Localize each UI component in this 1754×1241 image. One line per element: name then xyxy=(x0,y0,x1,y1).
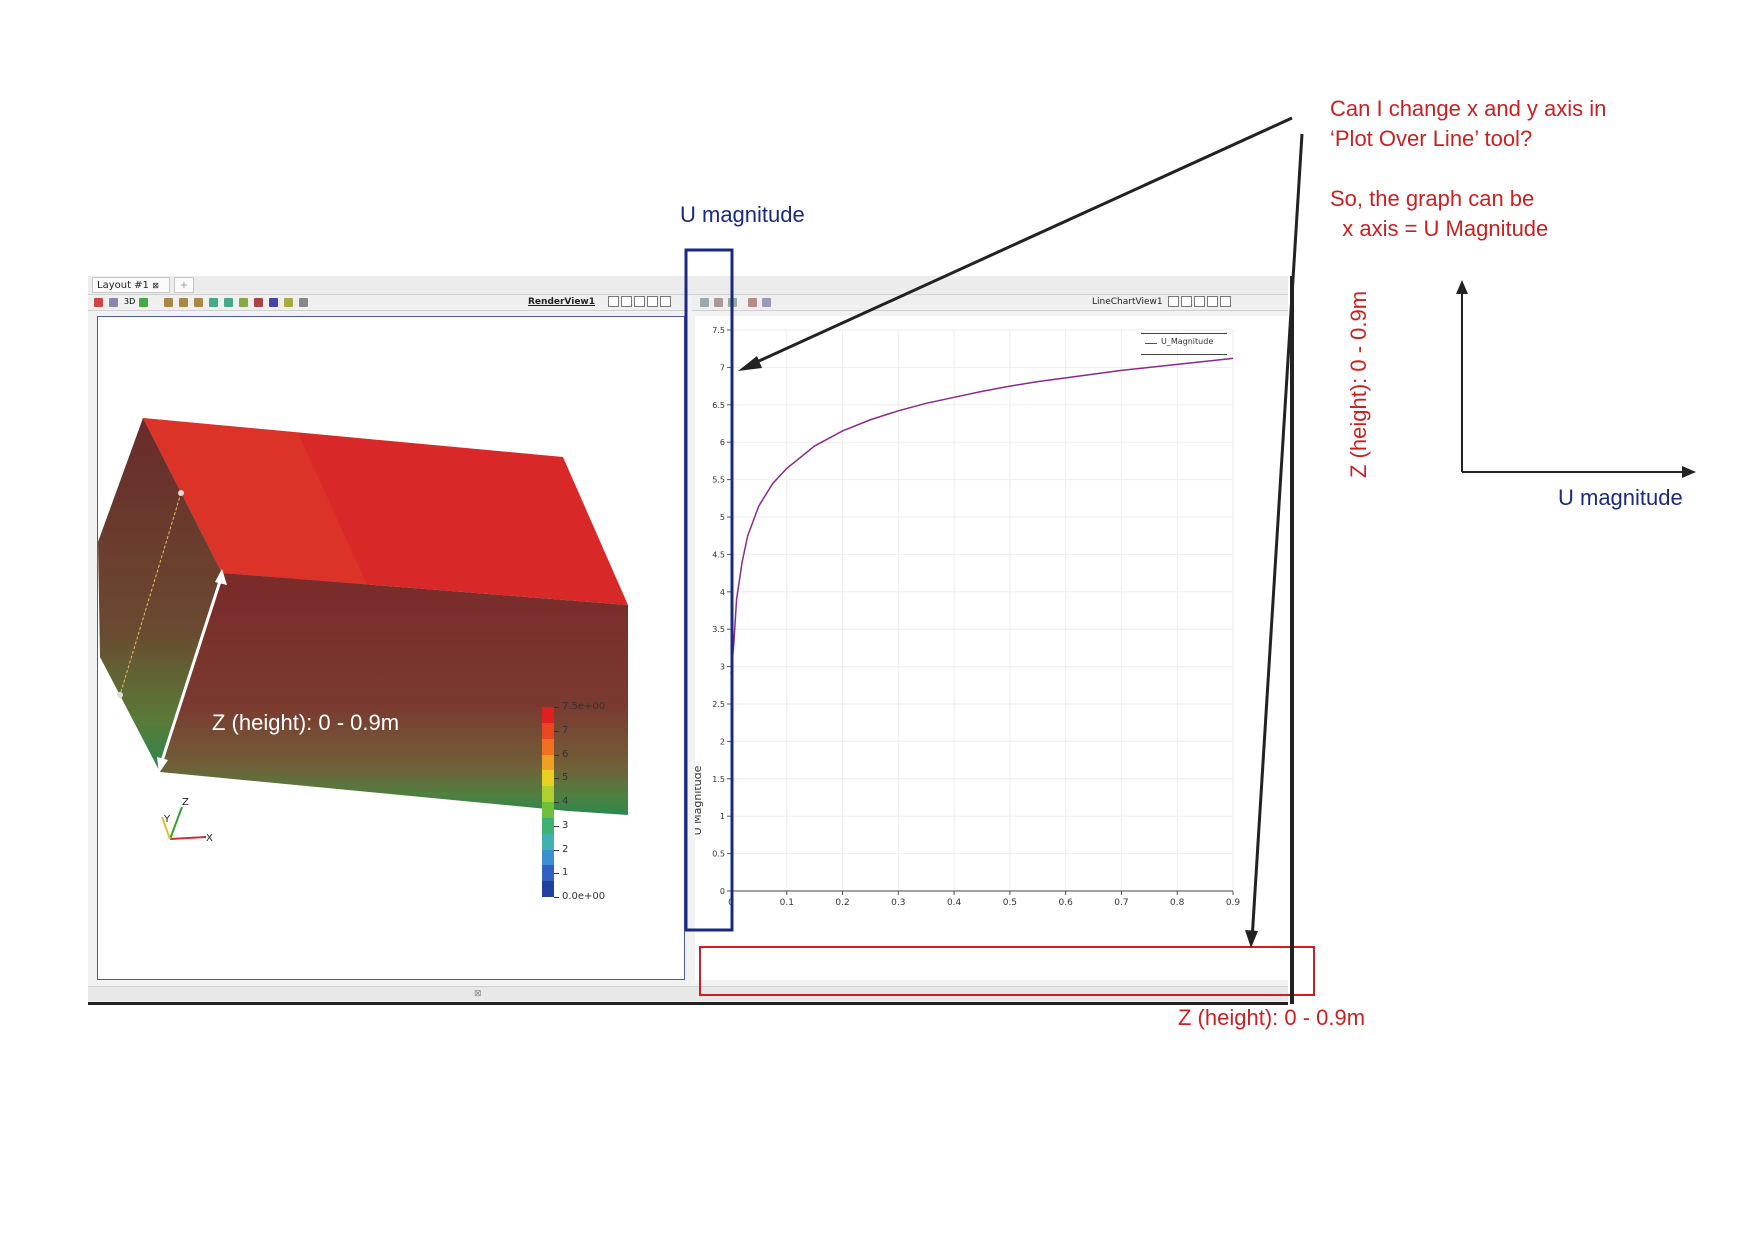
proposed-y-axis-label: Z (height): 0 - 0.9m xyxy=(1346,290,1371,478)
arrow-to-y-axis xyxy=(747,116,1293,368)
bottom-z-label: Z (height): 0 - 0.9m xyxy=(1178,1005,1366,1030)
render-height-label: Z (height): 0 - 0.9m xyxy=(212,710,400,735)
suggestion-line-1: So, the graph can be xyxy=(1330,186,1535,211)
question-line-2: ‘Plot Over Line’ tool? xyxy=(1330,126,1533,151)
suggestion-line-2: x axis = U Magnitude xyxy=(1330,216,1549,241)
x-axis-highlight-box xyxy=(699,946,1315,996)
proposed-y-arrow-head xyxy=(1456,280,1468,294)
proposed-x-axis-label: U magnitude xyxy=(1558,485,1683,510)
y-axis-highlight-box xyxy=(684,248,734,932)
arrow-head-x-axis xyxy=(1245,930,1258,948)
arrow-to-x-axis xyxy=(1250,133,1304,941)
proposed-x-arrow-head xyxy=(1682,466,1696,478)
u-magnitude-label-top: U magnitude xyxy=(680,202,805,227)
arrow-head-y-axis xyxy=(738,356,762,371)
question-line-1: Can I change x and y axis in xyxy=(1330,96,1607,121)
